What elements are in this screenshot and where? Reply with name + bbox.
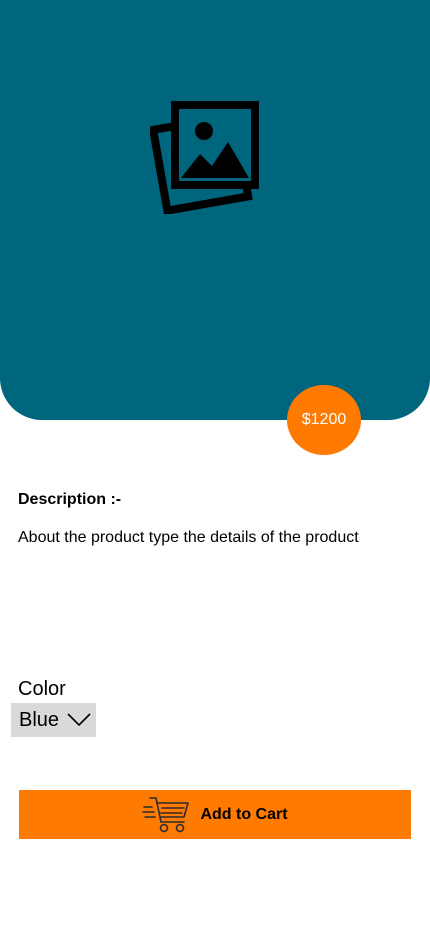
add-to-cart-button[interactable]: Add to Cart — [19, 790, 411, 839]
add-to-cart-label: Add to Cart — [200, 805, 288, 823]
chevron-down-icon — [67, 713, 91, 727]
color-select[interactable]: Blue — [11, 703, 96, 737]
description-text: About the product type the details of th… — [18, 529, 359, 546]
product-image-area — [0, 0, 430, 420]
price-badge: $1200 — [287, 385, 361, 455]
color-label: Color — [18, 678, 66, 700]
image-gallery-icon — [150, 101, 259, 214]
color-selected-value: Blue — [19, 708, 60, 731]
description-heading: Description :- — [18, 491, 122, 508]
product-detail-page: $1200 Description :- About the product t… — [0, 0, 430, 932]
shopping-cart-icon — [142, 796, 190, 832]
